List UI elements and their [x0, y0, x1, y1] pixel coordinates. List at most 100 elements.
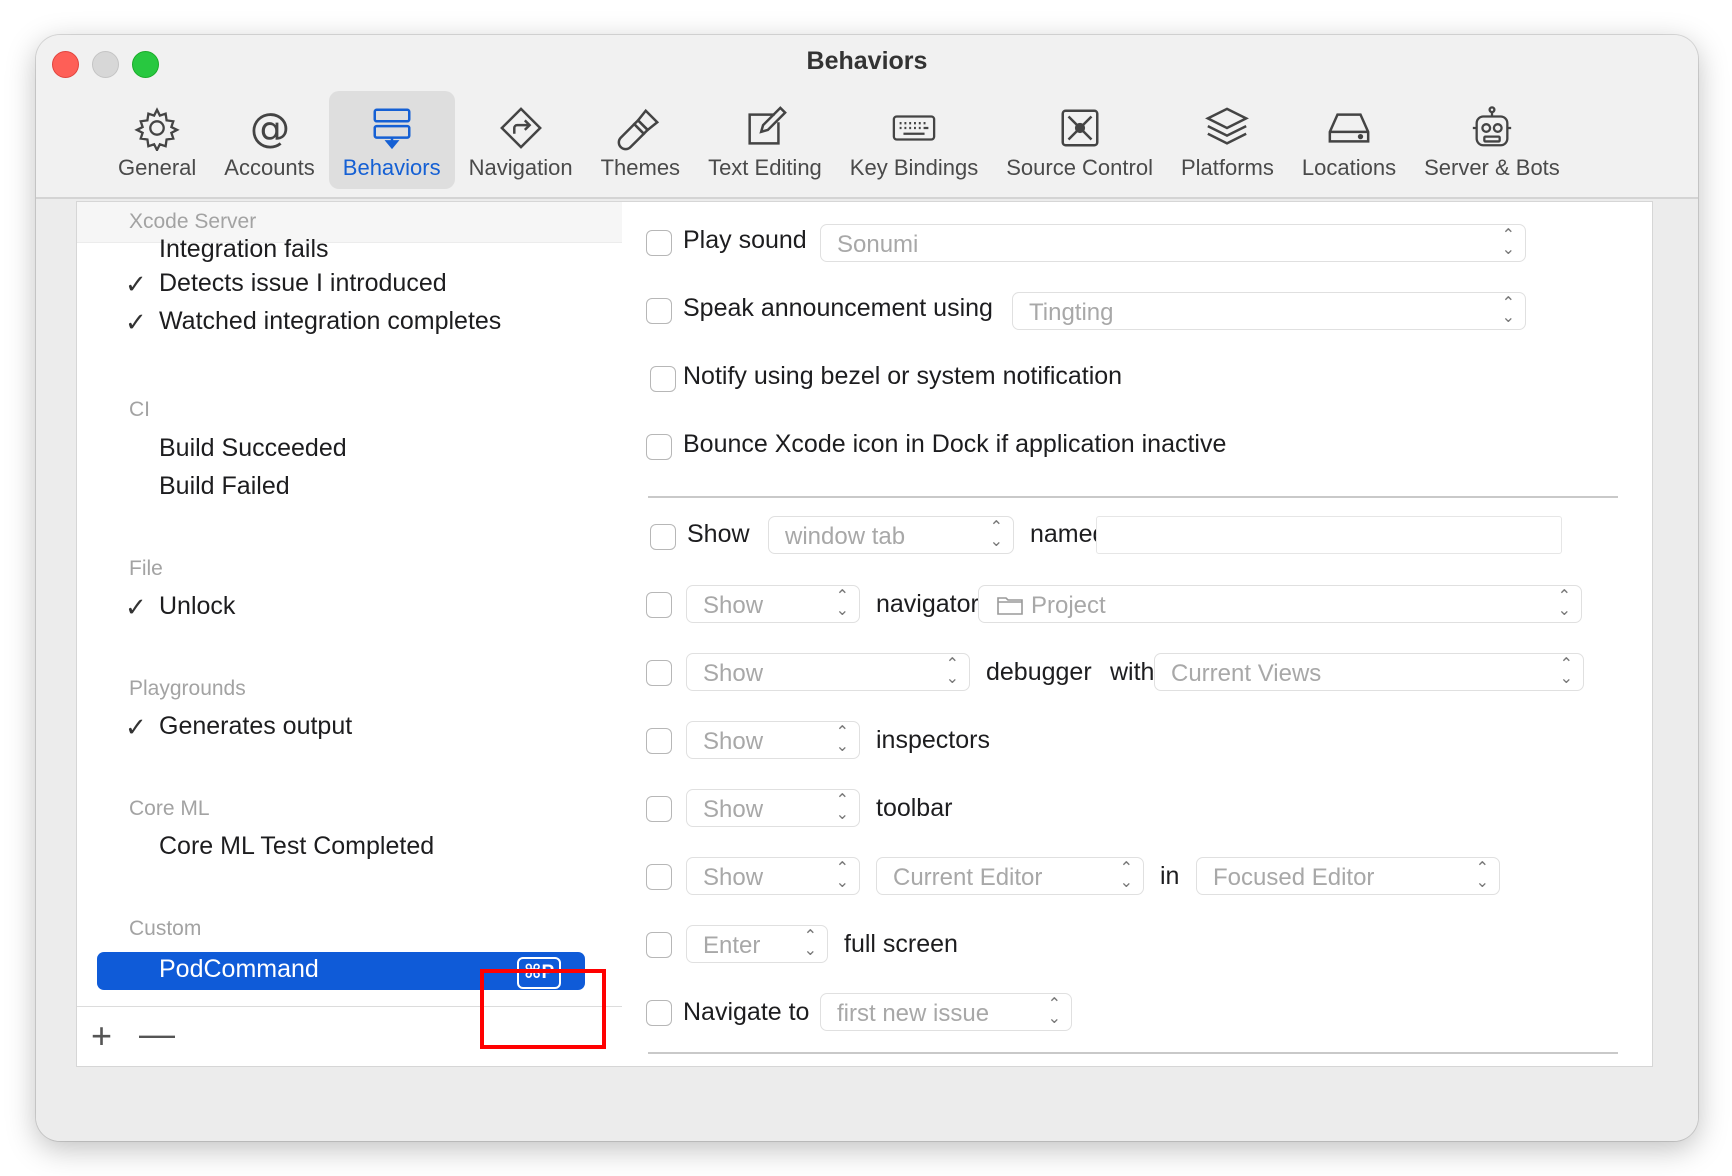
list-item[interactable]: Generates output — [159, 712, 352, 741]
inspectors-show-value: Show — [703, 728, 764, 755]
separator — [648, 1052, 1618, 1054]
preferences-content: Xcode Server Integration fails ✓ Detects… — [36, 199, 1698, 1141]
tab-general[interactable]: General — [104, 91, 210, 189]
fullscreen-checkbox[interactable] — [646, 932, 672, 958]
tab-server-bots[interactable]: Server & Bots — [1410, 91, 1574, 189]
popup-arrows-icon: ⌃ ⌄ — [835, 724, 849, 755]
window-title: Behaviors — [806, 47, 928, 75]
svg-text:@: @ — [249, 105, 289, 151]
popup-arrows-icon: ⌃ ⌄ — [835, 792, 849, 823]
debugger-target-value: Current Views — [1171, 660, 1322, 687]
checkmark-icon: ✓ — [125, 307, 147, 337]
tab-label: Key Bindings — [849, 155, 979, 180]
inspectors-label: inspectors — [876, 726, 990, 754]
debugger-checkbox[interactable] — [646, 660, 672, 686]
popup-arrows-icon: ⌃ ⌄ — [1119, 860, 1133, 891]
bounce-label: Bounce Xcode icon in Dock if application… — [683, 430, 1227, 458]
separator — [648, 496, 1618, 498]
toolbar-label: toolbar — [876, 794, 953, 822]
fullscreen-popup[interactable]: Enter ⌃ ⌄ — [686, 925, 828, 963]
editor-show-value: Show — [703, 864, 764, 891]
behaviors-list[interactable]: Xcode Server Integration fails ✓ Detects… — [76, 201, 636, 1067]
tab-label: Source Control — [1006, 155, 1153, 180]
navigator-show-popup[interactable]: Show ⌃ ⌄ — [686, 585, 860, 623]
behavior-settings-panel: Play sound Sonumi ⌃ ⌄ Speak announcement … — [622, 201, 1653, 1067]
gear-icon — [134, 107, 180, 151]
navigation-icon — [499, 107, 542, 149]
list-item[interactable]: Unlock — [159, 592, 235, 621]
group-header-playgrounds: Playgrounds — [129, 677, 246, 700]
popup-arrows-icon: ⌃ ⌄ — [1501, 227, 1515, 258]
list-item[interactable]: Build Succeeded — [159, 434, 347, 463]
debugger-show-popup[interactable]: Show ⌃ ⌄ — [686, 653, 970, 691]
tab-locations[interactable]: Locations — [1288, 91, 1410, 189]
editor-checkbox[interactable] — [646, 864, 672, 890]
preferences-toolbar: General @ Accounts Behaviors Navigation … — [104, 91, 1574, 189]
remove-button[interactable]: — — [139, 1013, 175, 1055]
debugger-show-value: Show — [703, 660, 764, 687]
navigate-target-popup[interactable]: first new issue ⌃ ⌄ — [820, 993, 1072, 1031]
voice-value: Tingting — [1029, 299, 1114, 326]
list-item[interactable]: Watched integration completes — [159, 307, 501, 336]
tab-themes[interactable]: Themes — [587, 91, 694, 189]
debugger-target-popup[interactable]: Current Views ⌃ ⌄ — [1154, 653, 1584, 691]
navigator-checkbox[interactable] — [646, 592, 672, 618]
debugger-label: debugger — [986, 658, 1092, 686]
navigator-show-value: Show — [703, 592, 764, 619]
editor-show-popup[interactable]: Show ⌃ ⌄ — [686, 857, 860, 895]
tab-text-editing[interactable]: Text Editing — [694, 91, 836, 189]
tab-accounts[interactable]: @ Accounts — [210, 91, 329, 189]
checkmark-icon: ✓ — [125, 712, 147, 742]
fullscreen-value: Enter — [703, 932, 761, 959]
at-icon: @ — [249, 105, 289, 151]
tab-platforms[interactable]: Platforms — [1167, 91, 1288, 189]
list-item[interactable]: Core ML Test Completed — [159, 832, 434, 861]
tab-label: Locations — [1301, 155, 1397, 180]
layers-icon — [1205, 107, 1250, 145]
list-item-label: PodCommand — [159, 955, 319, 983]
speak-label: Speak announcement using — [683, 294, 993, 322]
add-button[interactable]: + — [91, 1015, 112, 1057]
play-sound-checkbox[interactable] — [646, 230, 672, 256]
popup-arrows-icon: ⌃ ⌄ — [835, 860, 849, 891]
popup-arrows-icon: ⌃ ⌄ — [803, 928, 817, 959]
sound-popup[interactable]: Sonumi ⌃ ⌄ — [820, 224, 1526, 262]
tab-navigation[interactable]: Navigation — [455, 91, 587, 189]
inspectors-checkbox[interactable] — [646, 728, 672, 754]
toolbar-show-popup[interactable]: Show ⌃ ⌄ — [686, 789, 860, 827]
toolbar-checkbox[interactable] — [646, 796, 672, 822]
bounce-checkbox[interactable] — [646, 434, 672, 460]
tab-label: Themes — [600, 155, 681, 180]
tab-behaviors[interactable]: Behaviors — [328, 91, 455, 189]
group-header-ci: CI — [129, 398, 150, 421]
navigator-target-popup[interactable]: Project ⌃ ⌄ — [978, 585, 1582, 623]
edit-icon — [748, 106, 787, 145]
robot-icon — [1472, 106, 1512, 147]
notify-label: Notify using bezel or system notificatio… — [683, 362, 1123, 390]
tab-kind-popup[interactable]: window tab ⌃ ⌄ — [768, 516, 1014, 554]
popup-arrows-icon: ⌃ ⌄ — [1557, 588, 1571, 619]
popup-arrows-icon: ⌃ ⌄ — [945, 656, 959, 687]
navigate-checkbox[interactable] — [646, 1000, 672, 1026]
list-item[interactable]: Detects issue I introduced — [159, 269, 447, 298]
speak-checkbox[interactable] — [646, 298, 672, 324]
toolbar-show-value: Show — [703, 796, 764, 823]
tab-key-bindings[interactable]: Key Bindings — [836, 91, 992, 189]
folder-icon — [997, 597, 1023, 615]
play-sound-label: Play sound — [683, 226, 807, 254]
popup-arrows-icon: ⌃ ⌄ — [1501, 295, 1515, 326]
group-header-core-ml: Core ML — [129, 797, 210, 820]
list-item[interactable]: Integration fails — [159, 235, 329, 264]
show-tab-checkbox[interactable] — [650, 524, 676, 550]
list-item[interactable]: Build Failed — [159, 472, 290, 501]
editor-where-popup[interactable]: Focused Editor ⌃ ⌄ — [1196, 857, 1500, 895]
voice-popup[interactable]: Tingting ⌃ ⌄ — [1012, 292, 1526, 330]
popup-arrows-icon: ⌃ ⌄ — [835, 588, 849, 619]
preferences-window: Behaviors General @ Accounts Behaviors N… — [36, 35, 1698, 1141]
inspectors-show-popup[interactable]: Show ⌃ ⌄ — [686, 721, 860, 759]
notify-checkbox[interactable] — [650, 366, 676, 392]
editor-which-popup[interactable]: Current Editor ⌃ ⌄ — [876, 857, 1144, 895]
tab-source-control[interactable]: Source Control — [992, 91, 1167, 189]
group-header-xcode-server: Xcode Server — [129, 210, 257, 233]
tab-name-field[interactable] — [1096, 516, 1562, 554]
